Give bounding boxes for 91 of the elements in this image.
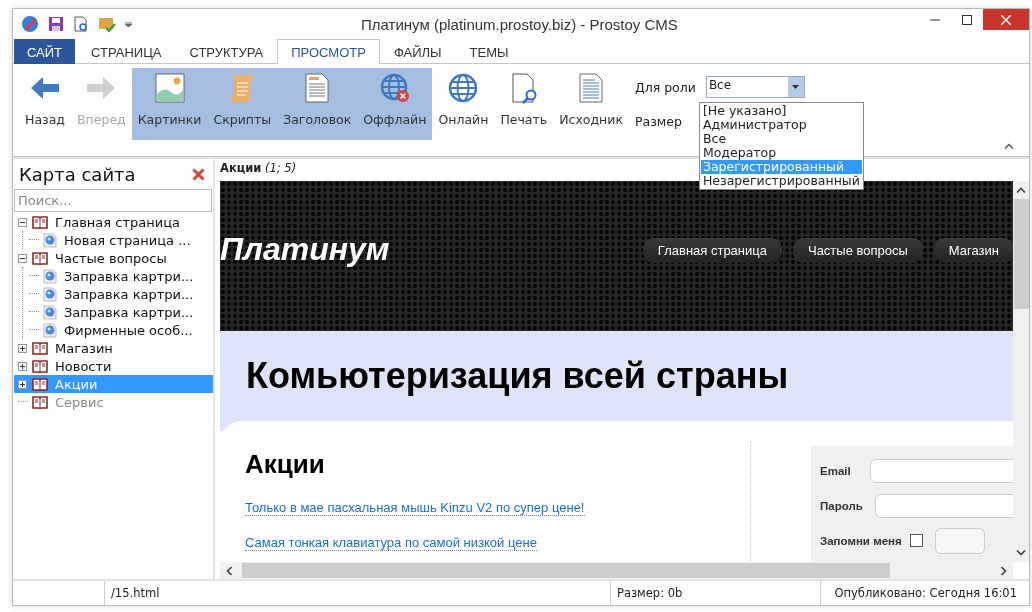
- ribbon-tab[interactable]: ФАЙЛЫ: [379, 39, 456, 64]
- box-check-icon[interactable]: [98, 15, 116, 33]
- document-magnifier-button[interactable]: Печать: [495, 68, 553, 140]
- book-icon: [32, 377, 48, 391]
- role-label: Для роли: [634, 79, 696, 95]
- globe-button[interactable]: Онлайн: [433, 68, 494, 140]
- nav-button[interactable]: Частые вопросы: [792, 237, 923, 263]
- banner-heading: Комьютеризация всей страны: [246, 355, 789, 396]
- tree-item[interactable]: Заправка картри...: [64, 286, 194, 302]
- text-document-button[interactable]: Исходник: [554, 68, 628, 140]
- collapse-node-icon[interactable]: [18, 217, 27, 227]
- tree-item[interactable]: Фирменные особ...: [64, 322, 193, 338]
- globe-page-icon: [43, 232, 57, 248]
- globe-page-icon: [43, 322, 57, 338]
- role-option[interactable]: Все: [700, 132, 862, 146]
- input-field[interactable]: [870, 458, 1013, 483]
- nav-button[interactable]: Магазин: [933, 237, 1013, 263]
- article-link[interactable]: Только в мае пасхальная мышь Kinzu V2 по супер цене!: [245, 500, 585, 516]
- book-icon: [32, 215, 48, 229]
- close-button[interactable]: [983, 9, 1029, 30]
- role-option[interactable]: Модератор: [700, 146, 862, 160]
- breadcrumb: Акции (1; 5): [220, 160, 297, 177]
- role-dropdown[interactable]: Все: [705, 76, 805, 98]
- minimize-icon[interactable]: [930, 18, 940, 21]
- expand-node-icon[interactable]: [18, 361, 27, 371]
- search-field[interactable]: Поиск...: [14, 189, 212, 212]
- app-logo-icon[interactable]: [21, 15, 39, 33]
- ribbon-tab[interactable]: СТРАНИЦА: [77, 39, 176, 64]
- site-logo: Платинум: [220, 230, 390, 268]
- input-field[interactable]: [874, 493, 1013, 518]
- nav-button[interactable]: Главная страница: [642, 237, 782, 263]
- vertical-scrollbar[interactable]: [1013, 181, 1029, 562]
- dropdown-caret-icon: [792, 85, 800, 89]
- document-button[interactable]: Заголовок: [277, 68, 358, 140]
- field-label: Пароль: [820, 499, 863, 512]
- collapse-ribbon-icon[interactable]: [1004, 143, 1014, 149]
- tree-item[interactable]: Новости: [55, 358, 112, 374]
- close-icon: [1001, 14, 1011, 25]
- image-button[interactable]: Картинки: [131, 68, 208, 140]
- sidebar-title: Карта сайта: [19, 163, 136, 185]
- tree-item[interactable]: Заправка картри...: [64, 304, 194, 320]
- save-icon[interactable]: [48, 16, 64, 32]
- globe-error-button[interactable]: Оффлайн: [357, 68, 433, 140]
- globe-page-icon: [43, 286, 57, 302]
- ribbon-tab[interactable]: ТЕМЫ: [455, 39, 523, 64]
- dropdown-caret-icon[interactable]: [125, 21, 132, 27]
- globe-page-icon: [43, 304, 57, 320]
- ribbon-tab[interactable]: СТРУКТУРА: [175, 39, 278, 64]
- scroll-right-icon[interactable]: [1001, 565, 1007, 576]
- image-icon: [153, 72, 186, 104]
- scroll-button[interactable]: Скрипты: [207, 68, 278, 140]
- remember-checkbox[interactable]: [909, 534, 923, 547]
- tree-item[interactable]: Магазин: [55, 340, 113, 356]
- field-label: Email: [820, 464, 852, 477]
- window-title: Платинум (platinum.prostoy.biz) - Prostoy CMS: [361, 15, 679, 33]
- book-icon: [32, 251, 48, 265]
- role-option[interactable]: Незарегистрированный: [700, 174, 862, 188]
- status-path: /15.html: [111, 586, 160, 600]
- document-search-icon[interactable]: [73, 16, 89, 32]
- tree-item[interactable]: Главная страница: [55, 214, 180, 230]
- scroll-thumb[interactable]: [242, 563, 890, 578]
- page-heading: Акции: [245, 449, 325, 480]
- globe-icon: [447, 72, 480, 104]
- maximize-icon[interactable]: [962, 14, 972, 25]
- role-option[interactable]: Администратор: [700, 118, 862, 132]
- status-published: Опубликовано: Сегодня 16:01: [834, 586, 1017, 600]
- scroll-down-icon[interactable]: [1016, 550, 1026, 556]
- remember-label: Запомни меня: [820, 534, 902, 547]
- app-menu-tab[interactable]: САЙТ: [14, 39, 76, 64]
- expand-node-icon[interactable]: [18, 343, 27, 353]
- status-size: Размер: 0b: [617, 586, 683, 600]
- collapse-node-icon[interactable]: [18, 253, 27, 263]
- size-label: Размер: [634, 113, 682, 129]
- horizontal-scrollbar[interactable]: [220, 562, 1013, 579]
- back-arrow-button[interactable]: Назад: [20, 68, 70, 140]
- expand-node-icon[interactable]: [18, 379, 27, 389]
- scroll-left-icon[interactable]: [226, 565, 232, 576]
- book-icon: [32, 395, 48, 409]
- ribbon-tab[interactable]: ПРОСМОТР: [277, 39, 380, 64]
- tree-item[interactable]: Новая страница ...: [64, 232, 191, 248]
- scroll-thumb[interactable]: [1013, 199, 1029, 309]
- globe-error-icon: [378, 72, 411, 104]
- role-option[interactable]: [Не указано]: [700, 104, 862, 118]
- globe-page-icon: [43, 268, 57, 284]
- tree-item[interactable]: Частые вопросы: [55, 250, 167, 266]
- book-icon: [32, 341, 48, 355]
- tree-item[interactable]: Заправка картри...: [64, 268, 194, 284]
- book-icon: [32, 359, 48, 373]
- article-link[interactable]: Самая тонкая клавиатура по самой низкой цене: [245, 535, 537, 551]
- scroll-up-icon[interactable]: [1016, 187, 1026, 193]
- close-icon[interactable]: [192, 167, 205, 181]
